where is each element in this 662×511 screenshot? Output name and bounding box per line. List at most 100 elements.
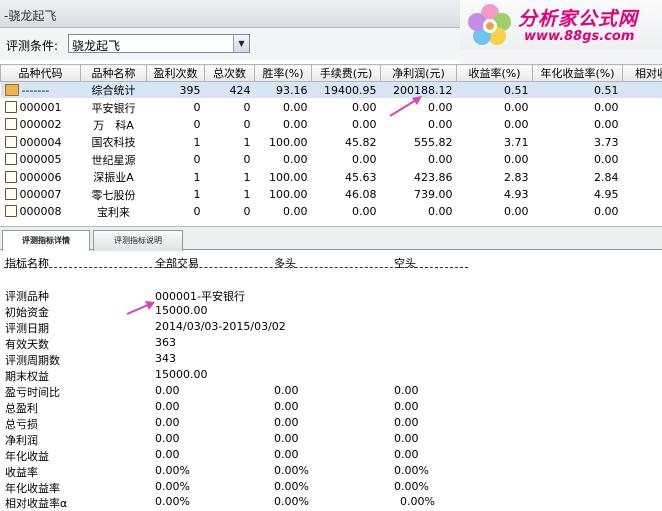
- cell-total: 424: [205, 82, 255, 99]
- tab-detail[interactable]: 评测指标详情: [2, 230, 90, 252]
- metric-long: 0.00: [274, 384, 299, 397]
- cell-rate: 100.00: [255, 186, 312, 203]
- tab-description[interactable]: 评测指标说明: [93, 230, 183, 251]
- col-name[interactable]: 品种名称: [81, 65, 147, 82]
- cell-yield: 2.83: [457, 168, 533, 185]
- cell-rate: 0.00: [255, 203, 312, 220]
- cell-name: 平安银行: [81, 99, 147, 116]
- header-metric-name: 指标名称: [5, 255, 49, 271]
- cell-win: 1: [147, 168, 205, 185]
- cell-yield: 0.00: [457, 203, 533, 220]
- metric-long: 0.00%: [274, 495, 309, 508]
- info-label: 评测周期数: [5, 352, 60, 368]
- table-row[interactable]: 000002 万 科A 0 0 0.00 0.00 0.00 0.00 0.00: [1, 116, 662, 133]
- metric-short: 0.00: [394, 432, 419, 445]
- cell-relative: [623, 116, 662, 133]
- cell-relative: [623, 186, 662, 203]
- stock-icon: [5, 153, 17, 165]
- info-label: 初始资金: [5, 304, 49, 320]
- col-code[interactable]: 品种代码: [1, 65, 81, 82]
- table-row[interactable]: 000007 零七股份 1 1 100.00 46.08 739.00 4.93…: [1, 186, 662, 203]
- cell-name: 深振业A: [81, 168, 147, 185]
- cell-code: 000002: [20, 118, 62, 131]
- info-value: 343: [155, 352, 176, 365]
- cell-yield: 4.93: [457, 186, 533, 203]
- metric-all: 0.00: [155, 384, 180, 397]
- cell-total: 0: [205, 203, 255, 220]
- stock-icon: [5, 136, 17, 148]
- cell-annual: 0.00: [533, 116, 623, 133]
- cell-total: 0: [205, 151, 255, 168]
- cell-win: 1: [147, 134, 205, 151]
- cell-fee: 0.00: [312, 116, 381, 133]
- metric-all: 0.00: [155, 432, 180, 445]
- cell-annual: 3.73: [533, 134, 623, 151]
- stock-icon: [5, 188, 17, 200]
- info-value: 15000.00: [155, 368, 208, 381]
- metric-label: 总盈利: [5, 400, 38, 416]
- cell-code: 000005: [20, 153, 62, 166]
- cell-profit: 423.86: [381, 168, 457, 185]
- metric-long: 0.00: [274, 448, 299, 461]
- col-yield[interactable]: 收益率(%): [457, 65, 533, 82]
- table-row[interactable]: ------- 综合统计 395 424 93.16 19400.95 2001…: [1, 82, 662, 99]
- table-row[interactable]: 000005 世纪星源 0 0 0.00 0.00 0.00 0.00 0.00: [1, 151, 662, 168]
- metric-all: 0.00%: [155, 480, 190, 493]
- info-label: 期末权益: [5, 368, 49, 384]
- table-row[interactable]: 000006 深振业A 1 1 100.00 45.63 423.86 2.83…: [1, 168, 662, 185]
- table-row[interactable]: 000008 宝利来 0 0 0.00 0.00 0.00 0.00 0.00: [1, 203, 662, 220]
- table-row[interactable]: 000004 国农科技 1 1 100.00 45.82 555.82 3.71…: [1, 134, 662, 151]
- metric-long: 0.00: [274, 400, 299, 413]
- col-profit[interactable]: 净利润(元): [381, 65, 457, 82]
- cell-annual: 0.00: [533, 99, 623, 116]
- annotation-arrow-icon: [386, 92, 426, 120]
- col-total[interactable]: 总次数: [205, 65, 255, 82]
- cell-fee: 0.00: [312, 151, 381, 168]
- info-label: 评测日期: [5, 320, 49, 336]
- metric-long: 0.00: [274, 416, 299, 429]
- col-annual[interactable]: 年化收益率(%): [533, 65, 623, 82]
- metric-all: 0.00: [155, 400, 180, 413]
- cell-annual: 0.51: [533, 82, 623, 99]
- condition-value: 骁龙起飞: [72, 37, 120, 54]
- cell-rate: 0.00: [255, 116, 312, 133]
- metric-long: 0.00: [274, 432, 299, 445]
- info-label: 有效天数: [5, 336, 49, 352]
- metric-short: 0.00%: [394, 480, 429, 493]
- cell-win: 0: [147, 203, 205, 220]
- cell-name: 宝利来: [81, 203, 147, 220]
- cell-name: 综合统计: [81, 82, 147, 99]
- col-win[interactable]: 盈利次数: [147, 65, 205, 82]
- header-all-trades: 全部交易: [155, 255, 199, 271]
- metric-short: 0.00: [394, 416, 419, 429]
- detail-tabs: 评测指标详情 评测指标说明: [0, 226, 662, 250]
- condition-bar: 评测条件: 骁龙起飞 ▼: [0, 28, 460, 60]
- cell-rate: 100.00: [255, 168, 312, 185]
- cell-win: 0: [147, 99, 205, 116]
- cell-total: 1: [205, 168, 255, 185]
- col-relative[interactable]: 相对收: [623, 65, 662, 82]
- metric-all: 0.00%: [155, 464, 190, 477]
- cell-yield: 0.00: [457, 99, 533, 116]
- cell-fee: 0.00: [312, 99, 381, 116]
- condition-bar-right: [460, 50, 662, 64]
- info-value: 000001-平安银行: [155, 288, 245, 304]
- col-rate[interactable]: 胜率(%): [255, 65, 312, 82]
- info-label: 评测品种: [5, 288, 49, 304]
- detail-panel: 指标名称 全部交易 多头 空头 评测品种 000001-平安银行 初始资金 15…: [0, 251, 662, 509]
- stock-icon: [5, 205, 17, 217]
- cell-code: 000004: [20, 136, 62, 149]
- table-row[interactable]: 000001 平安银行 0 0 0.00 0.00 0.00 0.00 0.00: [1, 99, 662, 116]
- stock-icon: [5, 101, 17, 113]
- metric-all: 0.00: [155, 416, 180, 429]
- chevron-down-icon[interactable]: ▼: [233, 35, 249, 52]
- info-value: 2014/03/03-2015/03/02: [155, 320, 286, 333]
- condition-select[interactable]: 骁龙起飞 ▼: [68, 34, 250, 53]
- logo: 分析家公式网 www.88gs.com: [460, 0, 662, 50]
- cell-profit: 555.82: [381, 134, 457, 151]
- flower-logo-icon: [462, 2, 518, 48]
- col-fee[interactable]: 手续费(元): [312, 65, 381, 82]
- cell-code: 000006: [20, 171, 62, 184]
- cell-relative: [623, 99, 662, 116]
- cell-code: 000007: [20, 188, 62, 201]
